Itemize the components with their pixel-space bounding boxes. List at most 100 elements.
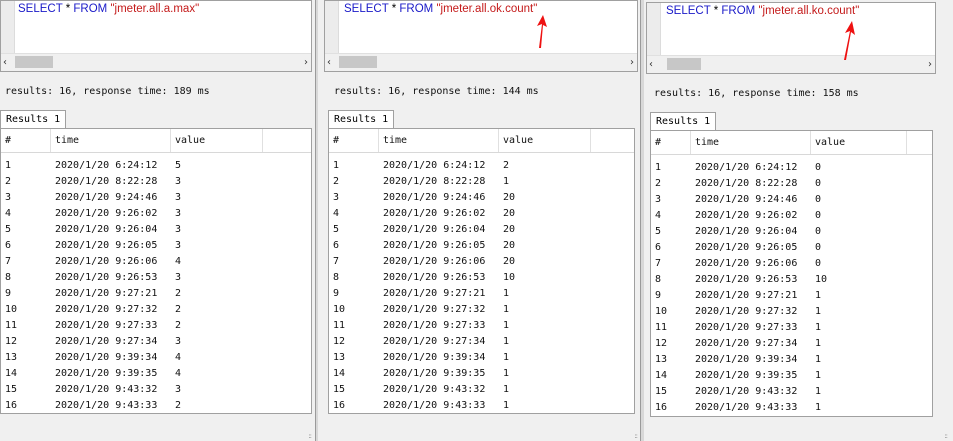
tab-results-1[interactable]: Results 1	[0, 110, 67, 128]
table-row[interactable]: 12 2020/1/20 9:27:34 1	[651, 336, 932, 352]
table-row[interactable]: 14 2020/1/20 9:39:35 1	[329, 366, 634, 382]
table-row[interactable]: 1 2020/1/20 6:24:12 2	[329, 158, 634, 174]
editor-horizontal-scrollbar[interactable]: ‹ ›	[325, 53, 637, 71]
table-row[interactable]: 4 2020/1/20 9:26:02 20	[329, 206, 634, 222]
column-header[interactable]: #	[1, 129, 51, 152]
table-row[interactable]: 6 2020/1/20 9:26:05 20	[329, 238, 634, 254]
table-row[interactable]: 13 2020/1/20 9:39:34 1	[329, 350, 634, 366]
value-cell: 1	[503, 352, 510, 363]
table-row[interactable]: 8 2020/1/20 9:26:53 10	[651, 272, 932, 288]
table-row[interactable]: 7 2020/1/20 9:26:06 4	[1, 254, 311, 270]
table-row[interactable]: 5 2020/1/20 9:26:04 0	[651, 224, 932, 240]
editor-horizontal-scrollbar[interactable]: ‹ ›	[1, 53, 311, 71]
query-panel-1: SELECT * FROM "jmeter.all.a.max" ‹ › res…	[0, 0, 316, 441]
query-editor-1[interactable]: SELECT * FROM "jmeter.all.a.max" ‹ ›	[0, 0, 312, 72]
row-number-cell: 12	[333, 336, 346, 347]
row-number-cell: 7	[5, 256, 12, 267]
value-cell: 10	[815, 274, 828, 285]
scrollbar-thumb[interactable]	[15, 56, 53, 68]
table-row[interactable]: 15 2020/1/20 9:43:32 3	[1, 382, 311, 398]
value-cell: 1	[815, 354, 822, 365]
table-row[interactable]: 13 2020/1/20 9:39:34 4	[1, 350, 311, 366]
row-number-cell: 10	[5, 304, 18, 315]
table-row[interactable]: 9 2020/1/20 9:27:21 2	[1, 286, 311, 302]
table-row[interactable]: 16 2020/1/20 9:43:33 2	[1, 398, 311, 413]
table-row[interactable]: 1 2020/1/20 6:24:12 5	[1, 158, 311, 174]
value-cell: 3	[175, 272, 182, 283]
query-text-3[interactable]: SELECT * FROM "jmeter.all.ko.count"	[666, 5, 859, 17]
column-header[interactable]: time	[51, 129, 171, 152]
table-row[interactable]: 3 2020/1/20 9:24:46 3	[1, 190, 311, 206]
keyword-select: SELECT	[666, 5, 711, 17]
table-row[interactable]: 3 2020/1/20 9:24:46 20	[329, 190, 634, 206]
results-status: results: 16, response time: 144 ms	[334, 86, 539, 97]
table-row[interactable]: 7 2020/1/20 9:26:06 0	[651, 256, 932, 272]
value-cell: 1	[503, 400, 510, 411]
table-row[interactable]: 16 2020/1/20 9:43:33 1	[329, 398, 634, 413]
row-number-cell: 12	[5, 336, 18, 347]
tab-results-1[interactable]: Results 1	[328, 110, 395, 128]
column-header[interactable]: value	[499, 129, 591, 152]
resize-grip-icon[interactable]: ::	[634, 432, 638, 440]
table-row[interactable]: 15 2020/1/20 9:43:32 1	[651, 384, 932, 400]
resize-grip-icon[interactable]: ::	[308, 432, 312, 440]
query-editor-2[interactable]: SELECT * FROM "jmeter.all.ok.count" ‹ ›	[324, 0, 638, 72]
table-row[interactable]: 14 2020/1/20 9:39:35 4	[1, 366, 311, 382]
column-header[interactable]: time	[691, 131, 811, 154]
scroll-left-arrow-icon[interactable]: ‹	[649, 58, 653, 71]
table-row[interactable]: 12 2020/1/20 9:27:34 3	[1, 334, 311, 350]
value-cell: 1	[815, 370, 822, 381]
table-row[interactable]: 3 2020/1/20 9:24:46 0	[651, 192, 932, 208]
table-row[interactable]: 16 2020/1/20 9:43:33 1	[651, 400, 932, 416]
table-row[interactable]: 2 2020/1/20 8:22:28 1	[329, 174, 634, 190]
time-cell: 2020/1/20 9:24:46	[695, 194, 798, 205]
scroll-left-arrow-icon[interactable]: ‹	[3, 56, 7, 69]
time-cell: 2020/1/20 9:26:53	[695, 274, 798, 285]
resize-grip-icon[interactable]: ::	[944, 432, 948, 440]
table-row[interactable]: 5 2020/1/20 9:26:04 20	[329, 222, 634, 238]
table-row[interactable]: 10 2020/1/20 9:27:32 1	[329, 302, 634, 318]
keyword-from: FROM	[399, 3, 434, 15]
value-cell: 1	[503, 336, 510, 347]
tab-results-1[interactable]: Results 1	[650, 112, 717, 130]
table-row[interactable]: 9 2020/1/20 9:27:21 1	[329, 286, 634, 302]
time-cell: 2020/1/20 9:27:34	[383, 336, 486, 347]
column-header[interactable]: time	[379, 129, 499, 152]
table-row[interactable]: 10 2020/1/20 9:27:32 1	[651, 304, 932, 320]
scroll-right-arrow-icon[interactable]: ›	[304, 56, 308, 69]
table-row[interactable]: 8 2020/1/20 9:26:53 10	[329, 270, 634, 286]
scroll-right-arrow-icon[interactable]: ›	[630, 56, 634, 69]
scroll-left-arrow-icon[interactable]: ‹	[327, 56, 331, 69]
table-row[interactable]: 1 2020/1/20 6:24:12 0	[651, 160, 932, 176]
table-row[interactable]: 2 2020/1/20 8:22:28 0	[651, 176, 932, 192]
scrollbar-thumb[interactable]	[339, 56, 377, 68]
column-header[interactable]: value	[811, 131, 907, 154]
table-row[interactable]: 8 2020/1/20 9:26:53 3	[1, 270, 311, 286]
query-editor-3[interactable]: SELECT * FROM "jmeter.all.ko.count" ‹ ›	[646, 2, 936, 74]
table-row[interactable]: 9 2020/1/20 9:27:21 1	[651, 288, 932, 304]
red-arrow-annotation-icon	[844, 21, 855, 60]
column-header[interactable]: value	[171, 129, 263, 152]
column-header[interactable]: #	[651, 131, 691, 154]
query-text-1[interactable]: SELECT * FROM "jmeter.all.a.max"	[18, 3, 199, 15]
editor-horizontal-scrollbar[interactable]: ‹ ›	[647, 55, 935, 73]
scrollbar-thumb[interactable]	[667, 58, 701, 70]
table-row[interactable]: 14 2020/1/20 9:39:35 1	[651, 368, 932, 384]
table-row[interactable]: 2 2020/1/20 8:22:28 3	[1, 174, 311, 190]
query-text-2[interactable]: SELECT * FROM "jmeter.all.ok.count"	[344, 3, 537, 15]
table-row[interactable]: 15 2020/1/20 9:43:32 1	[329, 382, 634, 398]
table-row[interactable]: 7 2020/1/20 9:26:06 20	[329, 254, 634, 270]
table-row[interactable]: 11 2020/1/20 9:27:33 1	[651, 320, 932, 336]
table-row[interactable]: 6 2020/1/20 9:26:05 3	[1, 238, 311, 254]
column-header[interactable]: #	[329, 129, 379, 152]
table-row[interactable]: 13 2020/1/20 9:39:34 1	[651, 352, 932, 368]
scroll-right-arrow-icon[interactable]: ›	[928, 58, 932, 71]
table-row[interactable]: 4 2020/1/20 9:26:02 3	[1, 206, 311, 222]
table-row[interactable]: 12 2020/1/20 9:27:34 1	[329, 334, 634, 350]
table-row[interactable]: 4 2020/1/20 9:26:02 0	[651, 208, 932, 224]
table-row[interactable]: 11 2020/1/20 9:27:33 2	[1, 318, 311, 334]
table-row[interactable]: 5 2020/1/20 9:26:04 3	[1, 222, 311, 238]
table-row[interactable]: 10 2020/1/20 9:27:32 2	[1, 302, 311, 318]
table-row[interactable]: 11 2020/1/20 9:27:33 1	[329, 318, 634, 334]
table-row[interactable]: 6 2020/1/20 9:26:05 0	[651, 240, 932, 256]
